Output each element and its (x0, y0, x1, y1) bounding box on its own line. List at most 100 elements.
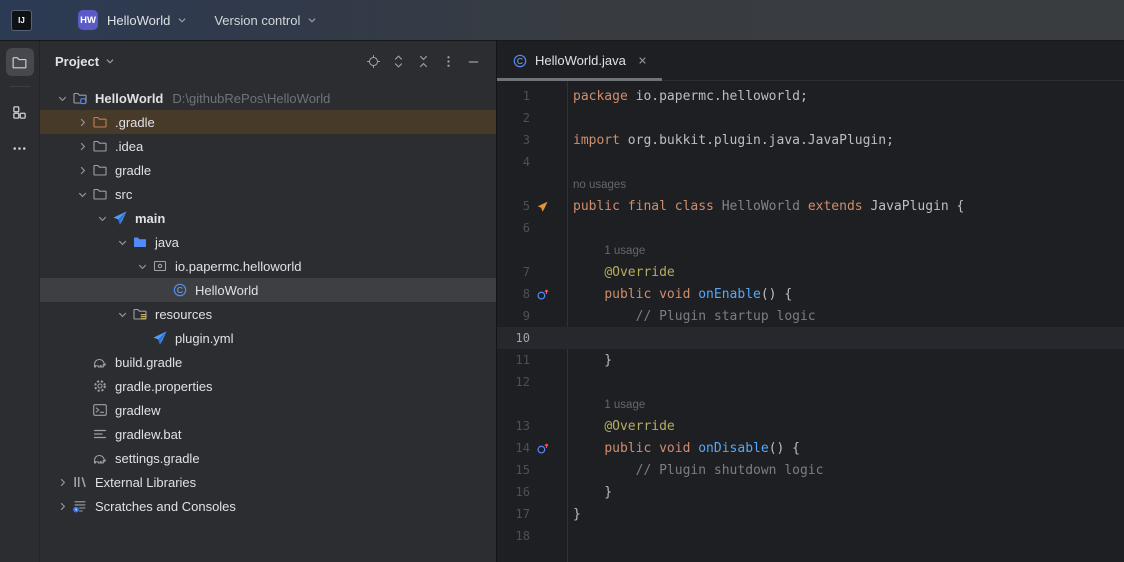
gutter-slot (532, 132, 552, 148)
code-line-inlay[interactable]: 1 usage (497, 393, 1124, 415)
project-panel-title-dropdown[interactable]: Project (55, 54, 117, 69)
code-text: // Plugin startup logic (573, 309, 816, 324)
code-text: public final class HelloWorld extends Ja… (573, 199, 964, 214)
folder-icon (92, 138, 108, 154)
code-line-2[interactable]: 2 (497, 107, 1124, 129)
code-line-10[interactable]: 10 (497, 327, 1124, 349)
code-line-14[interactable]: 14 public void onDisable() { (497, 437, 1124, 459)
line-number[interactable]: 18 (497, 529, 530, 543)
hide-panel-button[interactable] (461, 49, 486, 73)
code-line-12[interactable]: 12 (497, 371, 1124, 393)
tree-item--idea[interactable]: .idea (40, 134, 496, 158)
code-line-3[interactable]: 3import org.bukkit.plugin.java.JavaPlugi… (497, 129, 1124, 151)
version-control-widget[interactable]: Version control (214, 13, 319, 28)
tree-item-build-gradle[interactable]: build.gradle (40, 350, 496, 374)
code-line-17[interactable]: 17} (497, 503, 1124, 525)
chevron-down-icon[interactable] (54, 90, 70, 106)
code-line-6[interactable]: 6 (497, 217, 1124, 239)
more-tool-windows-button[interactable] (6, 134, 34, 162)
structure-tool-button[interactable] (6, 98, 34, 126)
tree-item-main[interactable]: main (40, 206, 496, 230)
tree-item-gradlew[interactable]: gradlew (40, 398, 496, 422)
overriding-method-icon[interactable] (532, 286, 552, 302)
line-number[interactable]: 6 (497, 221, 530, 235)
tree-item-settings-gradle[interactable]: settings.gradle (40, 446, 496, 470)
gutter-slot (532, 374, 552, 390)
chevron-right-icon[interactable] (54, 474, 70, 490)
tree-item-gradlew-bat[interactable]: gradlew.bat (40, 422, 496, 446)
line-number[interactable]: 8 (497, 287, 530, 301)
line-number[interactable]: 13 (497, 419, 530, 433)
code-line-16[interactable]: 16 } (497, 481, 1124, 503)
chevron-down-icon[interactable] (94, 210, 110, 226)
project-widget[interactable]: HelloWorld (98, 13, 189, 28)
close-icon[interactable] (636, 54, 649, 67)
select-opened-file-button[interactable] (361, 49, 386, 73)
tree-item-src[interactable]: src (40, 182, 496, 206)
editor-tab-helloworld-java[interactable]: C HelloWorld.java (497, 41, 662, 80)
chevron-right-icon[interactable] (54, 498, 70, 514)
chevron-down-icon (103, 54, 117, 68)
line-number[interactable]: 4 (497, 155, 530, 169)
project-tool-button[interactable] (6, 48, 34, 76)
scratch-icon (72, 498, 88, 514)
tree-item-scratches-and-consoles[interactable]: Scratches and Consoles (40, 494, 496, 518)
line-number[interactable]: 10 (497, 331, 530, 345)
tree-item-label: plugin.yml (175, 331, 234, 346)
expand-all-button[interactable] (386, 49, 411, 73)
line-number[interactable]: 17 (497, 507, 530, 521)
options-menu-button[interactable] (436, 49, 461, 73)
chevron-down-icon[interactable] (134, 258, 150, 274)
tree-item-label: gradle (115, 163, 151, 178)
code-line-8[interactable]: 8 public void onEnable() { (497, 283, 1124, 305)
chevron-down-icon[interactable] (114, 234, 130, 250)
code-line-11[interactable]: 11 } (497, 349, 1124, 371)
line-number[interactable]: 15 (497, 463, 530, 477)
line-number[interactable]: 11 (497, 353, 530, 367)
code-editor[interactable]: 1package io.papermc.helloworld; 2 3import … (497, 81, 1124, 562)
line-number[interactable]: 2 (497, 111, 530, 125)
line-number[interactable]: 1 (497, 89, 530, 103)
code-line-inlay[interactable]: no usages (497, 173, 1124, 195)
code-line-7[interactable]: 7 @Override (497, 261, 1124, 283)
code-line-18[interactable]: 18 (497, 525, 1124, 547)
tree-item-helloworld[interactable]: HelloWorldD:\githubRePos\HelloWorld (40, 86, 496, 110)
line-number[interactable]: 9 (497, 309, 530, 323)
code-line-inlay[interactable]: 1 usage (497, 239, 1124, 261)
tree-item-gradle[interactable]: gradle (40, 158, 496, 182)
tree-item-io-papermc-helloworld[interactable]: io.papermc.helloworld (40, 254, 496, 278)
chevron-right-icon[interactable] (74, 114, 90, 130)
code-line-15[interactable]: 15 // Plugin shutdown logic (497, 459, 1124, 481)
project-panel: Project HelloWorldD:\githubRePos\HelloWo… (40, 41, 497, 562)
chevron-down-icon[interactable] (74, 186, 90, 202)
line-number[interactable]: 12 (497, 375, 530, 389)
tree-item-plugin-yml[interactable]: plugin.yml (40, 326, 496, 350)
collapse-all-button[interactable] (411, 49, 436, 73)
overriding-method-icon[interactable] (532, 440, 552, 456)
tree-item--gradle[interactable]: .gradle (40, 110, 496, 134)
tree-item-java[interactable]: java (40, 230, 496, 254)
chevron-right-icon[interactable] (74, 138, 90, 154)
tree-item-resources[interactable]: resources (40, 302, 496, 326)
gutter-slot (532, 220, 552, 236)
version-control-label: Version control (214, 13, 300, 28)
line-number[interactable]: 5 (497, 199, 530, 213)
chevron-right-icon[interactable] (74, 162, 90, 178)
tree-item-gradle-properties[interactable]: gradle.properties (40, 374, 496, 398)
gutter-slot (532, 506, 552, 522)
line-number[interactable]: 3 (497, 133, 530, 147)
project-badge[interactable]: HW (78, 10, 98, 30)
plugin-marker-icon[interactable] (532, 198, 552, 214)
tree-item-helloworld[interactable]: CHelloWorld (40, 278, 496, 302)
line-number[interactable]: 7 (497, 265, 530, 279)
code-line-9[interactable]: 9 // Plugin startup logic (497, 305, 1124, 327)
tree-item-external-libraries[interactable]: External Libraries (40, 470, 496, 494)
chevron-down-icon[interactable] (114, 306, 130, 322)
code-line-5[interactable]: 5 public final class HelloWorld extends J… (497, 195, 1124, 217)
line-number[interactable]: 16 (497, 485, 530, 499)
line-number[interactable]: 14 (497, 441, 530, 455)
code-line-1[interactable]: 1package io.papermc.helloworld; (497, 85, 1124, 107)
code-line-13[interactable]: 13 @Override (497, 415, 1124, 437)
resources-folder-icon (132, 306, 148, 322)
code-line-4[interactable]: 4 (497, 151, 1124, 173)
